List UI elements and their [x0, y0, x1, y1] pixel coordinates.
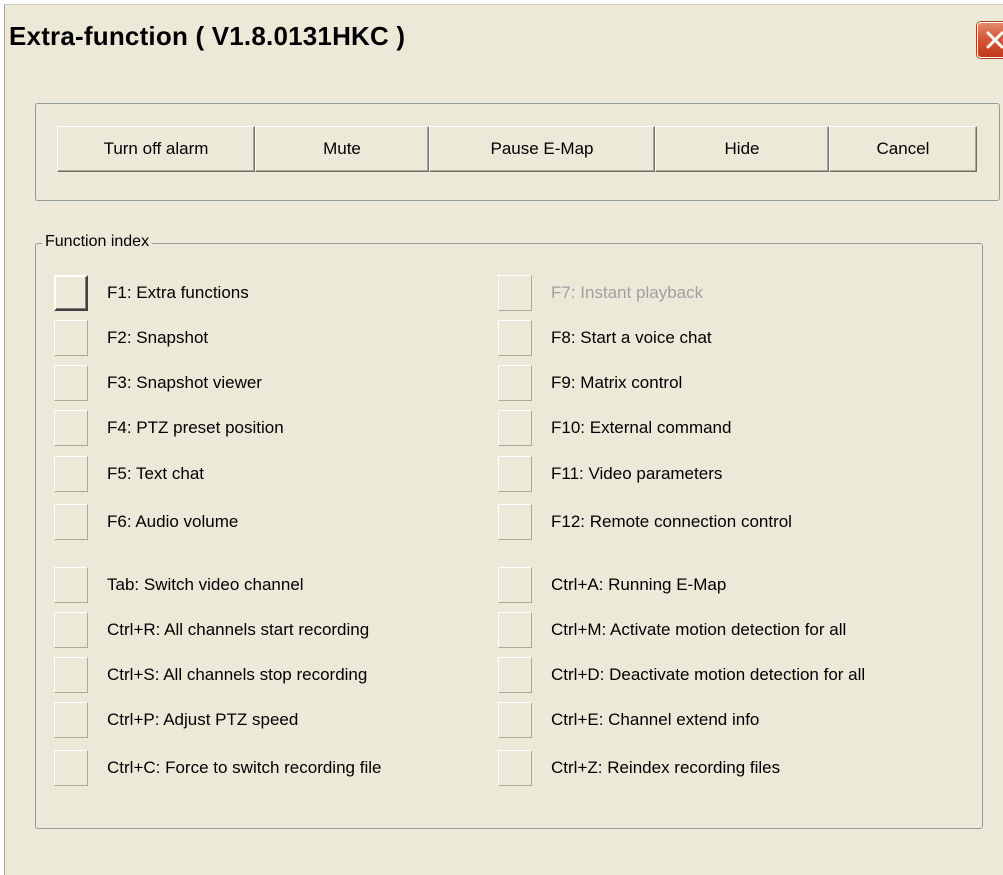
turn-off-alarm-button[interactable]: Turn off alarm	[57, 126, 255, 172]
function-key-button[interactable]	[54, 612, 88, 648]
function-key-button[interactable]	[498, 750, 532, 786]
function-key-button[interactable]	[498, 410, 532, 446]
function-item-ctrl-a[interactable]: Ctrl+A: Running E-Map	[498, 566, 726, 604]
window-title: Extra-function ( V1.8.0131HKC )	[9, 21, 406, 51]
function-item-f4[interactable]: F4: PTZ preset position	[54, 409, 284, 447]
function-key-button[interactable]	[498, 320, 532, 356]
function-key-button[interactable]	[54, 365, 88, 401]
function-item-f9[interactable]: F9: Matrix control	[498, 364, 682, 402]
function-item-label: F1: Extra functions	[107, 283, 249, 302]
function-item-ctrl-r[interactable]: Ctrl+R: All channels start recording	[54, 611, 369, 649]
function-key-button[interactable]	[54, 702, 88, 738]
close-icon	[986, 31, 1003, 49]
function-key-button[interactable]	[498, 567, 532, 603]
function-item-f6[interactable]: F6: Audio volume	[54, 503, 238, 541]
function-item-f12[interactable]: F12: Remote connection control	[498, 503, 792, 541]
function-key-button[interactable]	[54, 657, 88, 693]
function-item-label: Ctrl+C: Force to switch recording file	[107, 758, 382, 777]
function-item-f11[interactable]: F11: Video parameters	[498, 455, 722, 493]
function-key-button[interactable]	[54, 567, 88, 603]
function-item-ctrl-e[interactable]: Ctrl+E: Channel extend info	[498, 701, 759, 739]
function-item-f10[interactable]: F10: External command	[498, 409, 731, 447]
function-item-tab[interactable]: Tab: Switch video channel	[54, 566, 304, 604]
function-item-label: F12: Remote connection control	[551, 512, 792, 531]
title-bar[interactable]: Extra-function ( V1.8.0131HKC )	[5, 5, 1003, 73]
mute-button[interactable]: Mute	[255, 126, 429, 172]
function-item-ctrl-p[interactable]: Ctrl+P: Adjust PTZ speed	[54, 701, 298, 739]
function-key-button[interactable]	[54, 410, 88, 446]
close-button[interactable]	[977, 22, 1003, 58]
function-item-label: Tab: Switch video channel	[107, 575, 304, 594]
function-item-f7: F7: Instant playback	[498, 274, 703, 312]
function-index-legend: Function index	[42, 233, 153, 251]
function-item-label: Ctrl+P: Adjust PTZ speed	[107, 710, 299, 729]
function-index-group: Function index F1: Extra functions F2: S…	[35, 233, 983, 829]
function-item-ctrl-d[interactable]: Ctrl+D: Deactivate motion detection for …	[498, 656, 865, 694]
function-item-label: F10: External command	[551, 418, 732, 437]
function-item-ctrl-m[interactable]: Ctrl+M: Activate motion detection for al…	[498, 611, 846, 649]
function-item-label: F11: Video parameters	[551, 464, 723, 483]
function-item-label: F2: Snapshot	[107, 328, 209, 347]
function-item-label: F8: Start a voice chat	[551, 328, 712, 347]
function-item-ctrl-z[interactable]: Ctrl+Z: Reindex recording files	[498, 749, 780, 787]
function-item-label: Ctrl+A: Running E-Map	[551, 575, 727, 594]
function-item-label: F6: Audio volume	[107, 512, 239, 531]
function-item-label: Ctrl+E: Channel extend info	[551, 710, 760, 729]
function-item-label: Ctrl+S: All channels stop recording	[107, 665, 368, 684]
function-item-label: F7: Instant playback	[551, 283, 704, 302]
function-item-label: F5: Text chat	[107, 464, 205, 483]
function-key-button[interactable]	[498, 657, 532, 693]
function-key-button[interactable]	[54, 504, 88, 540]
cancel-button[interactable]: Cancel	[829, 126, 977, 172]
function-item-label: Ctrl+R: All channels start recording	[107, 620, 370, 639]
function-item-label: F4: PTZ preset position	[107, 418, 284, 437]
function-item-label: Ctrl+M: Activate motion detection for al…	[551, 620, 847, 639]
function-item-ctrl-s[interactable]: Ctrl+S: All channels stop recording	[54, 656, 367, 694]
function-key-button[interactable]	[54, 456, 88, 492]
function-key-button[interactable]	[54, 750, 88, 786]
function-key-button[interactable]	[498, 504, 532, 540]
pause-emap-button[interactable]: Pause E-Map	[429, 126, 655, 172]
function-item-f8[interactable]: F8: Start a voice chat	[498, 319, 712, 357]
action-button-group: Turn off alarm Mute Pause E-Map Hide Can…	[35, 103, 1000, 201]
function-item-label: F9: Matrix control	[551, 373, 683, 392]
function-key-button[interactable]	[498, 612, 532, 648]
function-key-button[interactable]	[498, 702, 532, 738]
extra-function-window: Extra-function ( V1.8.0131HKC ) Turn off…	[4, 4, 1003, 875]
function-key-button	[498, 275, 532, 311]
function-item-f3[interactable]: F3: Snapshot viewer	[54, 364, 262, 402]
function-item-label: Ctrl+D: Deactivate motion detection for …	[551, 665, 866, 684]
function-key-button[interactable]	[498, 365, 532, 401]
function-item-f5[interactable]: F5: Text chat	[54, 455, 204, 493]
function-item-ctrl-c[interactable]: Ctrl+C: Force to switch recording file	[54, 749, 381, 787]
function-key-button[interactable]	[54, 320, 88, 356]
function-item-label: F3: Snapshot viewer	[107, 373, 262, 392]
function-key-button[interactable]	[54, 275, 88, 311]
function-item-f1[interactable]: F1: Extra functions	[54, 274, 249, 312]
hide-button[interactable]: Hide	[655, 126, 829, 172]
function-key-button[interactable]	[498, 456, 532, 492]
function-item-f2[interactable]: F2: Snapshot	[54, 319, 208, 357]
function-item-label: Ctrl+Z: Reindex recording files	[551, 758, 781, 777]
